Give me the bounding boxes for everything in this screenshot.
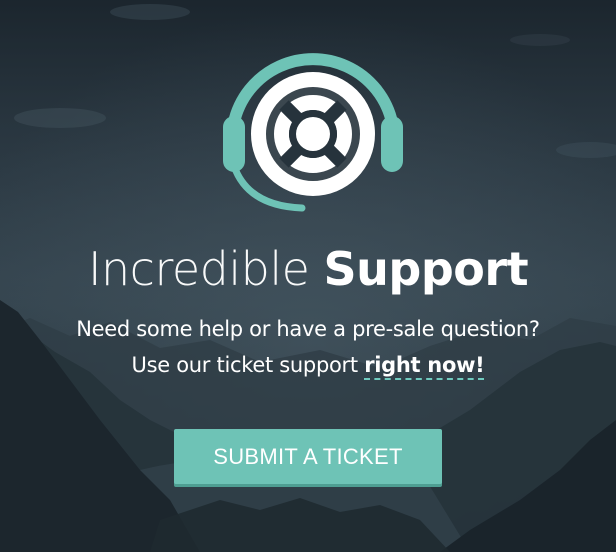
page-title: Incredible Support bbox=[0, 238, 616, 300]
right-now-link[interactable]: right now! bbox=[364, 353, 485, 380]
title-light-part: Incredible bbox=[87, 242, 310, 296]
submit-ticket-button[interactable]: SUBMIT A TICKET bbox=[174, 429, 442, 484]
ticket-support-prefix: Use our ticket support bbox=[131, 353, 359, 377]
title-bold-part: Support bbox=[323, 242, 529, 296]
ticket-support-text: Use our ticket support right now! bbox=[0, 350, 616, 380]
help-question-text: Need some help or have a pre-sale questi… bbox=[76, 317, 540, 341]
support-card: Incredible Support Need some help or hav… bbox=[0, 0, 616, 552]
support-headset-lifebuoy-icon bbox=[223, 53, 403, 212]
